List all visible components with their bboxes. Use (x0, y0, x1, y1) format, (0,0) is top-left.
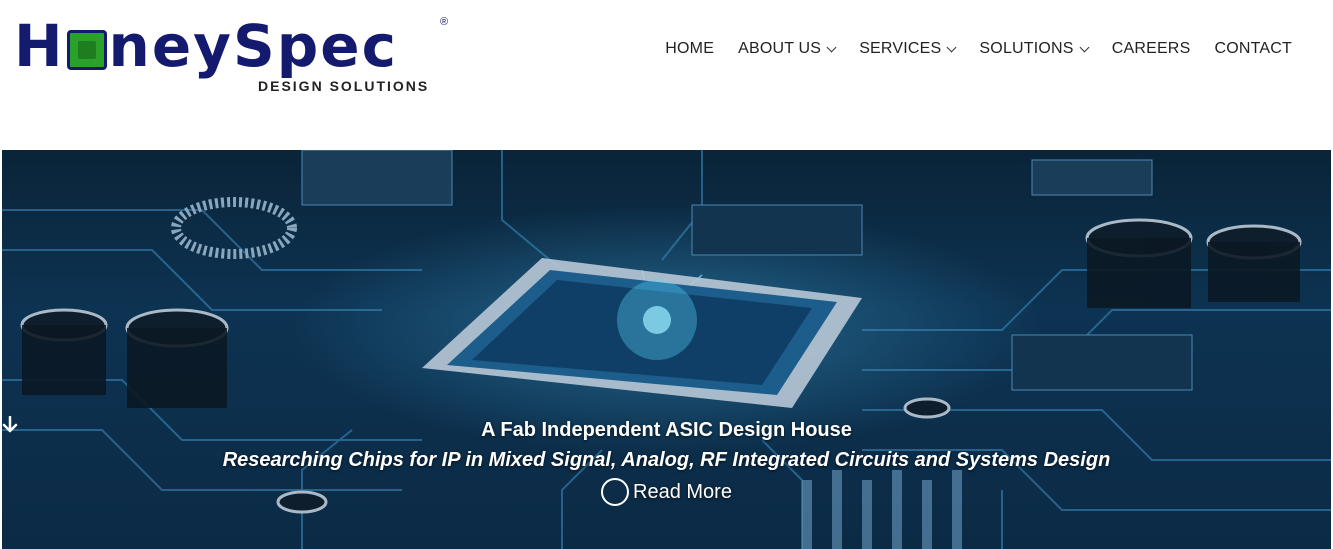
read-more-button[interactable]: Read More (2, 416, 732, 508)
hero-text: A Fab Independent ASIC Design House Rese… (2, 416, 1331, 511)
chevron-down-icon (1079, 42, 1090, 52)
nav-label: ABOUT US (738, 40, 822, 57)
arrow-down-circle-icon (2, 416, 630, 506)
chip-icon (66, 29, 107, 70)
main-nav: HOME ABOUT US SERVICES SOLUTIONS CAREERS… (665, 40, 1292, 58)
nav-solutions[interactable]: SOLUTIONS (979, 40, 1090, 58)
hero-subtitle: Researching Chips for IP in Mixed Signal… (222, 449, 1111, 471)
read-more-label: Read More (633, 481, 732, 503)
hero-banner: A Fab Independent ASIC Design House Rese… (2, 150, 1331, 549)
site-header: HneySpec ® DESIGN SOLUTIONS HOME ABOUT U… (0, 0, 1333, 150)
nav-label: SERVICES (859, 40, 942, 57)
nav-home[interactable]: HOME (665, 40, 714, 58)
hero-title: A Fab Independent ASIC Design House (481, 419, 852, 441)
chevron-down-icon (946, 42, 957, 52)
nav-label: CONTACT (1214, 40, 1292, 57)
nav-about-us[interactable]: ABOUT US (738, 40, 837, 58)
nav-services[interactable]: SERVICES (859, 40, 957, 58)
logo[interactable]: HneySpec ® DESIGN SOLUTIONS (14, 14, 450, 100)
nav-contact[interactable]: CONTACT (1214, 40, 1292, 58)
nav-label: HOME (665, 40, 715, 57)
nav-label: SOLUTIONS (979, 40, 1074, 57)
logo-wordmark: HneySpec (14, 12, 398, 80)
logo-tagline: DESIGN SOLUTIONS (258, 78, 430, 94)
nav-label: CAREERS (1111, 40, 1191, 57)
nav-careers[interactable]: CAREERS (1112, 40, 1191, 58)
chevron-down-icon (826, 42, 837, 52)
registered-mark: ® (440, 16, 449, 28)
